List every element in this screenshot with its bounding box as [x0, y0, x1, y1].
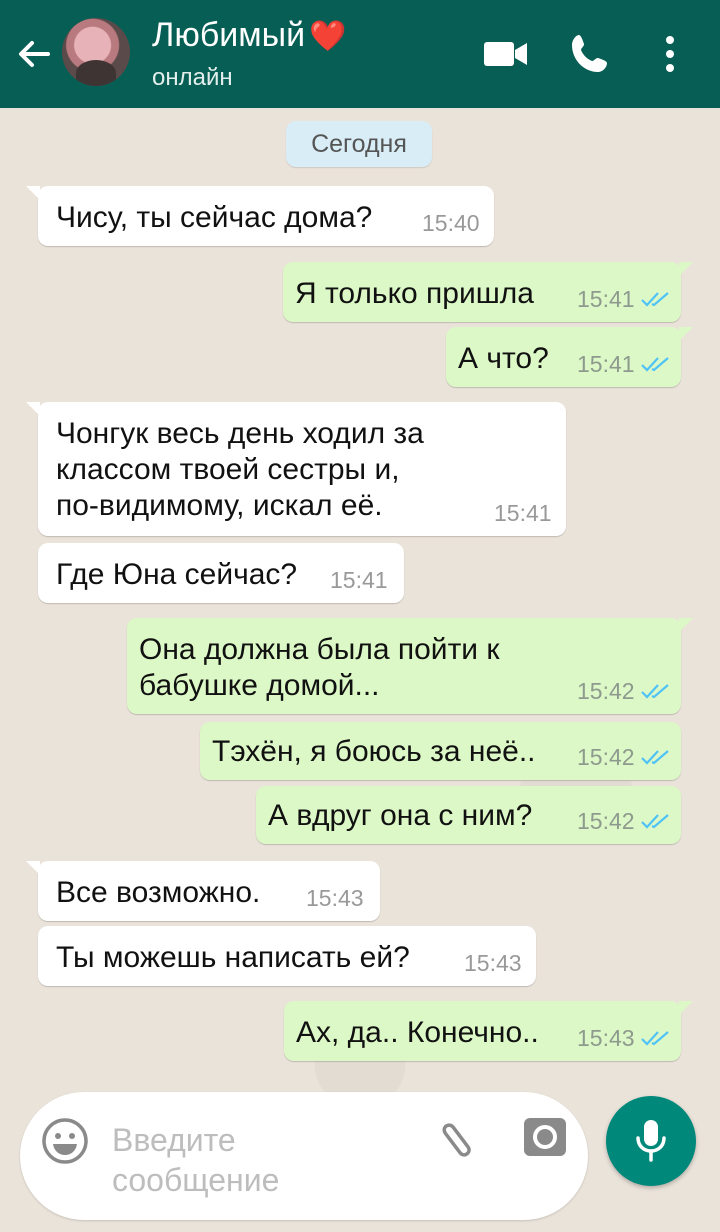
heart-icon: ❤️	[309, 20, 347, 53]
message-bubble-incoming[interactable]: Ты можешь написать ей? 15:43	[38, 926, 536, 986]
camera-icon[interactable]	[522, 1114, 568, 1160]
message-text: Ах, да.. Конечно..	[296, 1016, 539, 1049]
contact-name-text: Любимый	[152, 16, 306, 54]
message-text: А что?	[458, 342, 549, 375]
message-time: 15:42	[577, 744, 635, 770]
message-line: по-видимому, искал её.	[56, 489, 383, 522]
date-chip: Сегодня	[286, 121, 432, 167]
read-receipt-icon	[641, 357, 669, 372]
message-bubble-outgoing[interactable]: А что? 15:41	[446, 327, 693, 387]
message-bubble-incoming[interactable]: Чису, ты сейчас дома? 15:40	[26, 186, 494, 246]
read-receipt-icon	[641, 814, 669, 829]
contact-avatar[interactable]	[62, 18, 130, 86]
attach-icon[interactable]	[430, 1114, 480, 1164]
message-time: 15:40	[422, 210, 480, 236]
read-receipt-icon	[641, 750, 669, 765]
message-time: 15:41	[494, 500, 552, 526]
voice-call-icon[interactable]	[566, 30, 614, 78]
message-time: 15:41	[330, 567, 388, 593]
message-input[interactable]	[20, 1092, 588, 1220]
message-time: 15:43	[577, 1025, 635, 1051]
video-call-icon[interactable]	[482, 30, 530, 78]
message-bubble-outgoing[interactable]: Я только пришла 15:41	[283, 262, 693, 322]
contact-status: онлайн	[152, 64, 233, 91]
message-time: 15:43	[464, 950, 522, 976]
message-text: Я только пришла	[295, 277, 534, 310]
message-time: 15:42	[577, 808, 635, 834]
message-text: Тэхён, я боюсь за неё..	[212, 735, 536, 768]
message-bubble-incoming[interactable]: Все возможно. 15:43	[26, 861, 380, 921]
message-time: 15:43	[306, 885, 364, 911]
message-line: Чонгук весь день ходил за	[56, 417, 424, 450]
message-time: 15:41	[577, 286, 635, 312]
chat-header: Любимый ❤️ онлайн	[0, 0, 720, 108]
read-receipt-icon	[641, 1031, 669, 1046]
message-input-placeholder: Введите сообщение	[112, 1120, 279, 1200]
message-bubble-outgoing[interactable]: Она должна была пойти к бабушке домой...…	[127, 618, 693, 714]
message-text: Чису, ты сейчас дома?	[56, 201, 373, 234]
message-bubble-outgoing[interactable]: Ах, да.. Конечно.. 15:43	[284, 1001, 693, 1061]
message-line: бабушке домой...	[139, 669, 380, 702]
read-receipt-icon	[641, 684, 669, 699]
emoji-icon[interactable]	[40, 1116, 90, 1166]
mic-icon	[636, 1120, 666, 1162]
read-receipt-icon	[641, 292, 669, 307]
message-bubble-outgoing[interactable]: Тэхён, я боюсь за неё.. 15:42	[200, 722, 681, 780]
message-text: Чонгук весь день ходил за классом твоей …	[56, 416, 424, 524]
placeholder-line: сообщение	[112, 1162, 280, 1198]
contact-name[interactable]: Любимый ❤️	[152, 16, 346, 55]
message-text: А вдруг она с ним?	[268, 799, 533, 832]
message-bubble-outgoing[interactable]: А вдруг она с ним? 15:42	[256, 786, 681, 844]
back-arrow-icon[interactable]	[14, 34, 54, 74]
message-bubble-incoming[interactable]: Чонгук весь день ходил за классом твоей …	[26, 402, 566, 536]
message-text: Где Юна сейчас?	[56, 558, 298, 591]
message-text: Все возможно.	[56, 876, 261, 909]
mic-button[interactable]	[606, 1096, 696, 1186]
message-time: 15:42	[577, 678, 635, 704]
message-bubble-incoming[interactable]: Где Юна сейчас? 15:41	[38, 543, 404, 603]
message-text: Ты можешь написать ей?	[56, 941, 410, 974]
message-line: классом твоей сестры и,	[56, 453, 400, 486]
message-line: Она должна была пойти к	[139, 633, 500, 666]
overflow-menu-icon[interactable]	[646, 30, 694, 78]
message-text: Она должна была пойти к бабушке домой...	[139, 632, 500, 704]
message-time: 15:41	[577, 351, 635, 377]
placeholder-line: Введите	[112, 1122, 236, 1158]
